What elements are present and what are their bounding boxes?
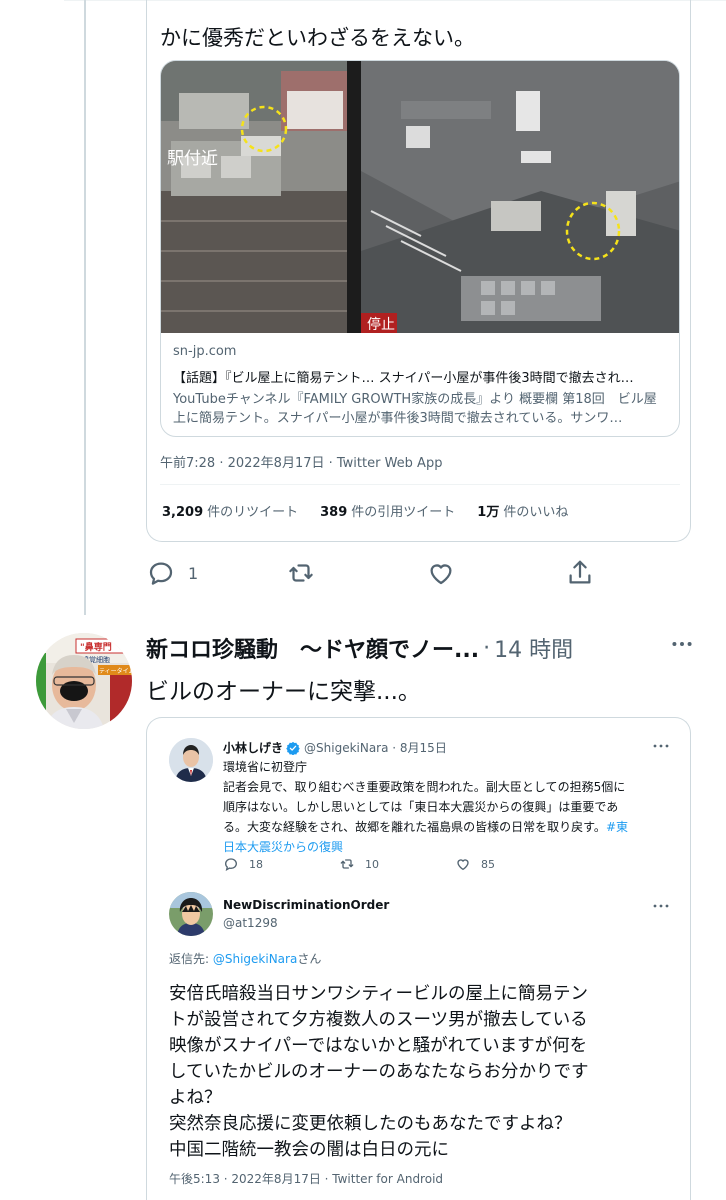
embedded-name-2: NewDiscriminationOrder (223, 898, 390, 912)
link-domain: sn-jp.com (173, 344, 237, 359)
share-icon (569, 560, 591, 584)
embedded-body-1-line-3: 順序はない。しかし思いとしては「東日本大震災からの復興」は重要であ (223, 800, 619, 814)
more-icon (672, 642, 692, 646)
embedded-body-1-line-1: 環境省に初登庁 (223, 760, 308, 774)
embedded-handle-2: @at1298 (223, 916, 278, 930)
like-button[interactable] (426, 558, 456, 588)
parent-tweet-text: かに優秀だといわざるをえない。 (160, 26, 475, 50)
parent-tweet-stats: 3,209 件のリツイート 389 件の引用ツイート 1万 件のいいね (162, 501, 568, 520)
author-separator: · (483, 635, 491, 661)
embedded-retweet: 10 (339, 856, 379, 872)
heart-icon (457, 859, 469, 871)
link-description: YouTubeチャンネル『FAMILY GROWTH家族の成長』より 概要欄 第… (173, 392, 657, 426)
embedded-hashtag-a: #東 (605, 820, 628, 834)
quote-stat-count: 389 (320, 505, 348, 520)
retweet-button[interactable] (286, 558, 316, 588)
reply-to-suffix: さん (297, 952, 322, 966)
like-stat-count: 1万 (477, 505, 500, 520)
avatar-caption-3: ティータイム (99, 667, 132, 675)
reply-count: 1 (188, 563, 199, 583)
embedded-retweet-count: 10 (365, 857, 379, 871)
retweet-stat-count: 3,209 (162, 505, 204, 520)
attached-image[interactable]: 小林しげき @ShigekiNara · 8月15日 環境省に初登庁 記者会見で… (146, 717, 691, 1200)
parent-tweet-timestamp[interactable]: 午前7:28 · 2022年8月17日 · Twitter Web App (160, 452, 442, 471)
retweet-stat[interactable]: 3,209 件のリツイート (162, 501, 298, 520)
embedded-name-1: 小林しげき (223, 741, 284, 755)
quote-stat[interactable]: 389 件の引用ツイート (320, 501, 455, 520)
heart-icon (430, 564, 452, 585)
link-preview-card[interactable]: 駅付近 停止 sn-jp.com 【話題】『ビル屋上に簡易テント… スナイパー小… (160, 60, 680, 437)
link-preview-image[interactable]: 駅付近 停止 (161, 61, 679, 333)
embedded-reply: 18 (223, 856, 263, 872)
link-preview-meta: sn-jp.com 【話題】『ビル屋上に簡易テント… スナイパー小屋が事件後3時… (173, 344, 669, 428)
embedded-header-1: 小林しげき @ShigekiNara · 8月15日 (223, 739, 447, 756)
image-overlay-left-text: 駅付近 (167, 149, 218, 169)
tweet-time[interactable]: 14 時間 (494, 632, 573, 664)
thread-connector-line (84, 0, 86, 615)
avatar[interactable]: "鼻専門 嗅覚細胞 ティータイム (36, 633, 132, 729)
embedded-reply-count: 18 (249, 857, 263, 871)
embedded-hashtag-b: 日本大震災からの復興 (223, 840, 344, 854)
embedded-actions-1: 18 10 85 (223, 856, 553, 874)
embedded-body-1: 環境省に初登庁 記者会見で、取り組むべき重要政策を問われた。副大臣としての担務5… (223, 757, 673, 857)
reply-icon (149, 562, 173, 585)
reply-icon (224, 858, 238, 871)
tweet-author-row: 新コロ珍騒動 〜ドヤ顔でノー... · 14 時間 (146, 632, 691, 664)
stats-divider (160, 484, 680, 485)
more-options-button[interactable] (668, 630, 696, 662)
embedded-handle-1: @ShigekiNara · 8月15日 (304, 741, 447, 755)
embedded-more-icon-2 (651, 898, 671, 917)
embedded-reply-to: 返信先: @ShigekiNaraさん (169, 950, 321, 967)
retweet-icon (340, 859, 354, 869)
embedded-body-2: 安倍氏暗殺当日サンワシティービルの屋上に簡易テン トが設営されて夕方複数人のスー… (169, 984, 589, 1160)
embedded-avatar-1 (169, 738, 213, 782)
like-stat-label: 件のいいね (503, 505, 569, 520)
author-display-name[interactable]: 新コロ珍騒動 〜ドヤ顔でノー... (146, 632, 479, 664)
avatar-caption-1: "鼻専門 (80, 641, 112, 653)
share-button[interactable] (565, 558, 595, 588)
reply-to-prefix: 返信先: (169, 952, 213, 966)
embedded-avatar-2 (169, 892, 213, 936)
tweet-text: ビルのオーナーに突撃...。 (146, 679, 421, 705)
embedded-like-count: 85 (481, 857, 495, 871)
retweet-icon (289, 564, 313, 582)
quote-stat-label: 件の引用ツイート (351, 505, 456, 520)
verified-badge-icon (286, 741, 300, 755)
embedded-body-1-line-2: 記者会見で、取り組むべき重要政策を問われた。副大臣としての担務5個に (223, 780, 626, 794)
reply-to-mention: @ShigekiNara (212, 952, 298, 966)
reply-button[interactable]: 1 (146, 558, 198, 588)
embedded-body-1-line-4: る。大変な経験をされ、故郷を離れた福島県の皆様の日常を取り戻す。 (223, 820, 606, 834)
embedded-timestamp-2: 午後5:13 · 2022年8月17日 · Twitter for Androi… (169, 1172, 444, 1186)
embedded-like: 85 (455, 856, 495, 872)
image-overlay-right-text: 停止 (367, 316, 395, 333)
link-title[interactable]: 【話題】『ビル屋上に簡易テント… スナイパー小屋が事件後3時間で撤去され… (173, 367, 669, 386)
like-stat[interactable]: 1万 件のいいね (477, 501, 568, 520)
embedded-more-icon-1 (651, 738, 671, 757)
retweet-stat-label: 件のリツイート (207, 505, 299, 520)
